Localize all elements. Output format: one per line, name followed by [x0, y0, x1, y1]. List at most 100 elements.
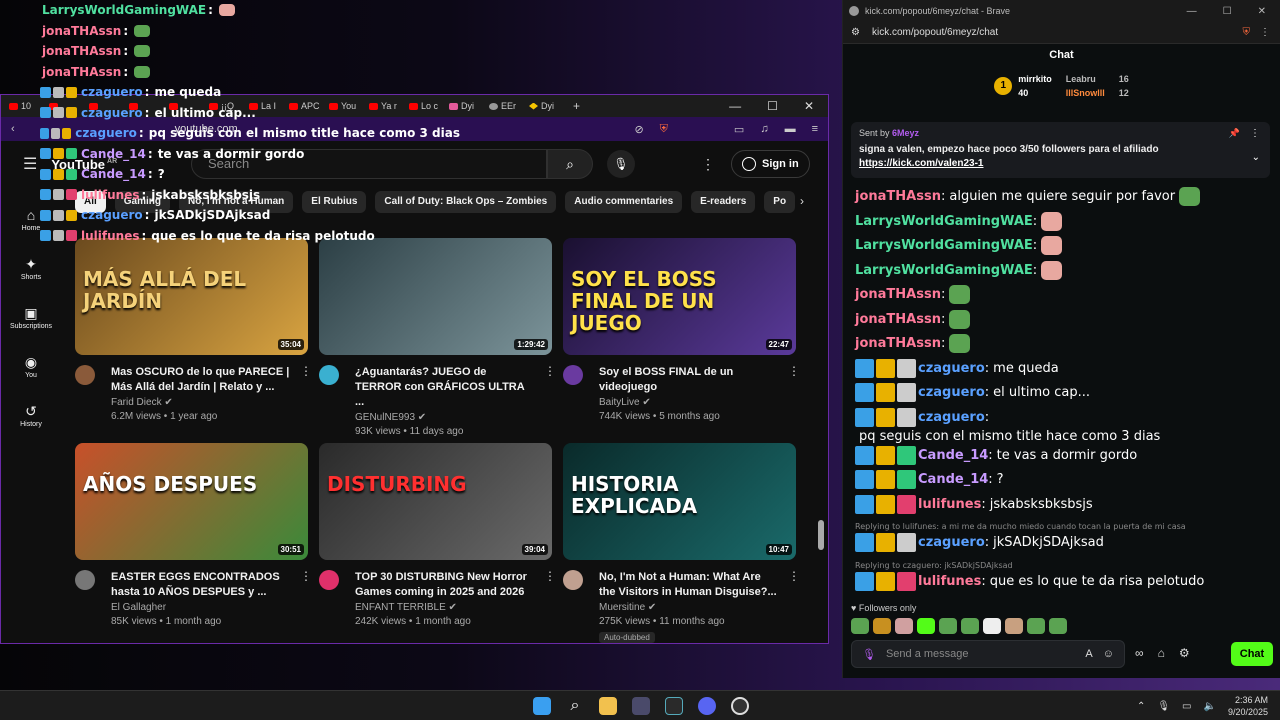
video-thumbnail[interactable]: AÑOS DESPUES 30:51: [75, 443, 308, 560]
video-title[interactable]: Soy el BOSS FINAL de un videojuego: [599, 365, 779, 395]
filter-chip[interactable]: Po: [764, 191, 796, 213]
video-menu-icon[interactable]: ⋮: [788, 364, 800, 378]
channel-name[interactable]: GENulNE993 ✔: [355, 412, 535, 423]
nav-item-you[interactable]: ◉ You: [1, 342, 61, 391]
channel-name[interactable]: BaityLive ✔: [599, 397, 779, 408]
hamburger-menu-icon[interactable]: ☰: [23, 154, 37, 174]
obs-icon[interactable]: [731, 697, 749, 715]
pinned-sender[interactable]: 6Meyz: [892, 128, 919, 138]
video-title[interactable]: ¿Aguantarás? JUEGO de TERROR con GRÁFICO…: [355, 365, 535, 410]
emote-icon[interactable]: [961, 618, 979, 634]
chat-username[interactable]: jonaTHAssn: [855, 310, 941, 329]
emote-icon[interactable]: [895, 618, 913, 634]
leader-1-name[interactable]: mirrkito: [1018, 74, 1052, 84]
chat-username[interactable]: czaguero: [918, 359, 985, 378]
video-title[interactable]: No, I'm Not a Human: What Are the Visito…: [599, 570, 779, 600]
translate-icon[interactable]: A: [1085, 648, 1092, 660]
minimize-icon[interactable]: —: [729, 99, 741, 113]
pin-icon[interactable]: 📌: [1229, 128, 1240, 139]
chevron-right-icon[interactable]: ›: [800, 194, 804, 208]
video-title[interactable]: TOP 30 DISTURBING New Horror Games comin…: [355, 570, 535, 600]
brave-shield-icon[interactable]: ⛨: [1243, 27, 1251, 38]
network-icon[interactable]: ▭: [1182, 701, 1191, 712]
video-thumbnail[interactable]: 1:29:42: [319, 238, 552, 355]
chat-username[interactable]: lulifunes: [918, 572, 981, 591]
channel-name[interactable]: Farid Dieck ✔: [111, 397, 291, 408]
chat-username[interactable]: czaguero: [918, 533, 985, 552]
close-icon[interactable]: ✕: [1258, 6, 1266, 17]
video-card[interactable]: MÁS ALLÁ DEL JARDÍN 35:04 Mas OSCURO de lo…: [75, 238, 312, 443]
more-options-icon[interactable]: ⋮: [1260, 27, 1270, 38]
gift-icon[interactable]: ⌂: [1158, 646, 1165, 660]
video-thumbnail[interactable]: MÁS ALLÁ DEL JARDÍN 35:04: [75, 238, 308, 355]
close-icon[interactable]: ✕: [804, 99, 814, 113]
file-explorer-icon[interactable]: [599, 697, 617, 715]
chat-username[interactable]: LarrysWorldGamingWAE: [855, 212, 1033, 231]
kicks-icon[interactable]: ∞: [1135, 646, 1144, 660]
site-settings-icon[interactable]: ⚙: [851, 27, 860, 38]
chat-username[interactable]: czaguero: [918, 383, 985, 402]
filter-chip[interactable]: Audio commentaries: [565, 191, 683, 213]
leader-3-name[interactable]: lllSnowlll: [1066, 88, 1105, 98]
video-card[interactable]: SOY EL BOSS FINAL DE UN JUEGO 22:47 Soy el…: [563, 238, 800, 443]
kick-url[interactable]: kick.com/popout/6meyz/chat: [872, 27, 998, 38]
browser-tab[interactable]: Dyi: [525, 95, 565, 117]
video-card[interactable]: HISTORIA EXPLICADA 10:47 No, I'm Not a Hum…: [563, 443, 800, 648]
store-icon[interactable]: [632, 697, 650, 715]
kick-app-icon[interactable]: [665, 697, 683, 715]
nav-item-shorts[interactable]: ✦ Shorts: [1, 244, 61, 293]
sidebar-icon[interactable]: ▭: [734, 123, 744, 136]
video-card[interactable]: 1:29:42 ¿Aguantarás? JUEGO de TERROR con …: [319, 238, 556, 443]
clock[interactable]: 2:36 AM 9/20/2025: [1228, 694, 1268, 718]
sign-in-button[interactable]: Sign in: [731, 150, 810, 178]
volume-icon[interactable]: 🔈: [1204, 701, 1216, 712]
video-menu-icon[interactable]: ⋮: [788, 569, 800, 583]
search-button[interactable]: ⌕: [547, 149, 593, 179]
emote-icon[interactable]: [1049, 618, 1067, 634]
browser-tab[interactable]: 10: [5, 95, 45, 117]
channel-avatar[interactable]: [75, 570, 95, 590]
maximize-icon[interactable]: ☐: [1223, 6, 1232, 17]
microphone-icon[interactable]: 🎙: [1157, 701, 1170, 712]
chat-username[interactable]: LarrysWorldGamingWAE: [855, 236, 1033, 255]
channel-avatar[interactable]: [563, 365, 583, 385]
media-icon[interactable]: ♫: [760, 123, 768, 136]
settings-icon[interactable]: ⚙: [1179, 646, 1190, 660]
video-card[interactable]: DISTURBING 39:04 TOP 30 DISTURBING New Hor…: [319, 443, 556, 648]
channel-avatar[interactable]: [319, 365, 339, 385]
new-tab-button[interactable]: +: [565, 99, 588, 113]
video-thumbnail[interactable]: HISTORIA EXPLICADA 10:47: [563, 443, 796, 560]
emote-icon[interactable]: [917, 618, 935, 634]
emote-icon[interactable]: [983, 618, 1001, 634]
chat-username[interactable]: lulifunes: [918, 495, 981, 514]
more-options-icon[interactable]: ⋮: [1250, 128, 1260, 139]
voice-search-button[interactable]: 🎙: [607, 150, 635, 178]
video-card[interactable]: AÑOS DESPUES 30:51 EASTER EGGS ENCONTRADOS…: [75, 443, 312, 648]
send-chat-button[interactable]: Chat: [1231, 642, 1273, 666]
video-title[interactable]: Mas OSCURO de lo que PARECE | Más Allá d…: [111, 365, 291, 395]
reply-context[interactable]: Replying to czaguero: jkSADkjSDAjksad: [855, 560, 1268, 572]
wallet-icon[interactable]: ▬: [785, 123, 796, 136]
microphone-icon[interactable]: 🎙: [862, 648, 876, 661]
channel-name[interactable]: El Gallagher: [111, 602, 291, 613]
emote-icon[interactable]: [851, 618, 869, 634]
search-icon[interactable]: ⌕: [566, 697, 584, 715]
video-title[interactable]: EASTER EGGS ENCONTRADOS hasta 10 AÑOS DE…: [111, 570, 291, 600]
reply-context[interactable]: Replying to lulifunes: a mi me da mucho …: [855, 521, 1268, 533]
windows-start-icon[interactable]: [533, 697, 551, 715]
filter-chip[interactable]: E-readers: [691, 191, 756, 213]
minimize-icon[interactable]: —: [1187, 6, 1197, 17]
chat-username[interactable]: czaguero: [918, 408, 985, 427]
channel-name[interactable]: ENFANT TERRIBLE ✔: [355, 602, 535, 613]
menu-icon[interactable]: ≡: [812, 123, 818, 136]
nav-item-history[interactable]: ↺ History: [1, 391, 61, 440]
channel-avatar[interactable]: [75, 365, 95, 385]
more-options-icon[interactable]: ⋮: [701, 156, 715, 173]
chat-username[interactable]: Cande_14: [918, 470, 988, 489]
scrollbar-thumb[interactable]: [818, 520, 824, 550]
video-thumbnail[interactable]: SOY EL BOSS FINAL DE UN JUEGO 22:47: [563, 238, 796, 355]
video-thumbnail[interactable]: DISTURBING 39:04: [319, 443, 552, 560]
pinned-link[interactable]: https://kick.com/valen23-1: [859, 158, 1262, 169]
brave-shield-icon[interactable]: ⛨: [660, 123, 668, 136]
screen-share-icon[interactable]: ⊘: [634, 123, 643, 136]
